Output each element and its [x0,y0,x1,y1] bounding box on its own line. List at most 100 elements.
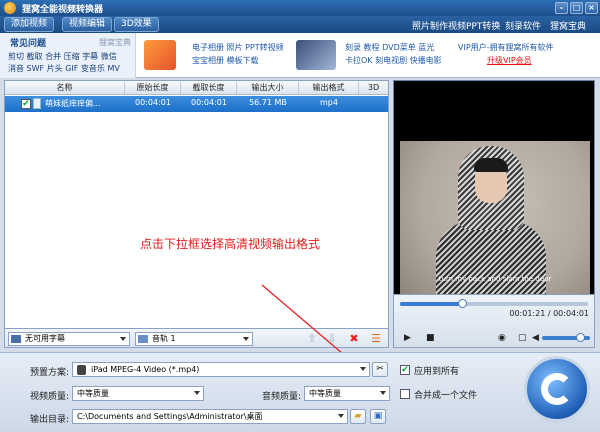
chevron-down-icon [243,337,249,341]
col-trim-length[interactable]: 截取长度 [181,82,237,94]
faq-line-1[interactable]: 剪切 截取 合并 压缩 字幕 微信 [8,51,117,62]
tab-3d-effect[interactable]: 3D效果 [114,17,159,32]
col-output-size[interactable]: 输出大小 [237,82,299,94]
ad2-line-1[interactable]: 刻录 教程 DVD菜单 蓝光 [345,42,434,53]
row-output-size: 56.71 MB [249,98,287,107]
ad1-line-1[interactable]: 电子相册 照片 PPT转视频 [192,42,284,53]
annotation-text: 点击下拉框选择高清视频输出格式 [140,237,321,251]
table-header: 名称 原始长度 截取长度 输出大小 输出格式 3D [5,81,388,95]
output-dir-label: 输出目录: [30,415,70,425]
browse-folder-icon[interactable]: ▰ [350,409,366,424]
col-name[interactable]: 名称 [5,82,125,94]
menu-bar: 添加视频 视频编辑 3D效果 照片制作视频 PPT转换 刻录软件 狸窝宝典 [0,16,600,33]
audio-track-select[interactable]: 音轨 1 [135,332,253,346]
window-title: 狸窝全能视频转换器 [22,5,104,15]
tab-video-edit[interactable]: 视频编辑 [62,17,113,32]
output-options-panel: 预置方案: iPad MPEG-4 Video (*.mp4) ✂ ✔ 应用到所… [0,352,600,432]
audio-track-value: 音轨 1 [152,334,176,343]
player-controls: 00:01:21 / 00:04:01 ▶ ■ ◉ ▢ ◀ [393,294,595,348]
apply-all-checkbox[interactable]: ✔ [400,365,410,375]
chevron-down-icon [338,414,344,418]
row-name: 萌妹纸痒痒偏... [45,99,101,108]
title-bar: 狸窝全能视频转换器 – □ × [0,0,600,16]
faq-title: 常见问题 [10,39,47,49]
vip-text[interactable]: VIP用户-拥有狸窝所有软件 [458,42,554,53]
convert-button[interactable] [524,356,590,422]
snapshot-icon[interactable]: ◉ [498,333,506,343]
stop-icon[interactable]: ■ [426,333,435,343]
apply-all-label: 应用到所有 [414,367,460,377]
row-original-length: 00:04:01 [135,98,171,107]
ad-banner: 常见问题 狸窝宝典 剪切 截取 合并 压缩 字幕 微信 消音 SWF 片头 GI… [0,33,600,78]
person-hair [474,158,508,172]
link-photo-video[interactable]: 照片制作视频 [412,19,466,32]
open-folder-icon[interactable]: ▢ [518,333,527,343]
dvd-burn-icon[interactable] [296,40,336,70]
merge-label: 合并成一个文件 [414,391,478,401]
chevron-down-icon [194,391,200,395]
row-checkbox[interactable]: ✔ [21,99,31,109]
time-display: 00:01:21 / 00:04:01 [509,309,589,318]
person-body [436,221,546,301]
seek-progress [400,302,463,306]
table-row[interactable]: ✔ 萌妹纸痒痒偏... 00:04:01 00:04:01 56.71 MB m… [5,96,388,112]
audio-quality-select[interactable]: 中等质量 [304,386,390,401]
audio-track-icon [138,335,148,343]
minimize-button[interactable]: – [555,2,568,14]
chevron-down-icon [120,337,126,341]
video-quality-select[interactable]: 中等质量 [72,386,204,401]
ad1-line-2[interactable]: 宝宝相册 模板下载 [192,55,259,66]
merge-checkbox[interactable] [400,389,410,399]
faq-panel: 常见问题 狸窝宝典 剪切 截取 合并 压缩 字幕 微信 消音 SWF 片头 GI… [0,33,136,78]
video-frame: turn my back and slam the door [400,141,590,301]
volume-slider[interactable] [542,333,590,342]
subtitle-icon [11,335,21,343]
move-down-icon[interactable]: ⇩ [325,332,339,346]
video-quality-value: 中等质量 [77,389,109,398]
vip-upgrade-link[interactable]: 升级VIP会员 [487,55,532,66]
col-output-format[interactable]: 输出格式 [299,82,359,94]
ppt-album-icon[interactable] [144,40,176,70]
row-trim-length: 00:04:01 [191,98,227,107]
subtitle-value: 无可用字幕 [25,334,65,343]
output-dir-value: C:\Documents and Settings\Administrator\… [77,412,263,421]
sparkle-icon [176,40,188,70]
file-list-panel: 名称 原始长度 截取长度 输出大小 输出格式 3D ✔ 萌妹纸痒痒偏... 00… [4,80,389,348]
link-burn-software[interactable]: 刻录软件 [505,19,541,32]
list-icon[interactable]: ☰ [369,332,383,346]
link-liwo-guide[interactable]: 狸窝宝典 [550,19,586,32]
delete-icon[interactable]: ✖ [347,332,361,346]
preset-settings-icon[interactable]: ✂ [372,362,388,377]
ipad-icon [77,365,86,375]
play-icon[interactable]: ▶ [404,333,411,343]
app-logo-icon [4,2,16,14]
subtitle-select[interactable]: 无可用字幕 [8,332,130,346]
open-output-folder-icon[interactable]: ▣ [370,409,386,424]
output-dir-select[interactable]: C:\Documents and Settings\Administrator\… [72,409,348,424]
link-ppt-convert[interactable]: PPT转换 [466,19,500,32]
file-toolbar: 无可用字幕 音轨 1 ⇧ ⇩ ✖ ☰ [4,328,389,348]
col-original-length[interactable]: 原始长度 [125,82,181,94]
chevron-down-icon [360,367,366,371]
preset-label: 预置方案: [30,368,70,378]
volume-handle[interactable] [576,333,586,342]
audio-quality-label: 音频质量: [262,392,302,402]
file-icon [33,98,41,109]
video-caption: turn my back and slam the door [438,275,552,283]
ad2-line-2[interactable]: 卡拉OK 刻电视剧 快播电影 [345,55,442,66]
volume-icon[interactable]: ◀ [532,333,539,343]
move-up-icon[interactable]: ⇧ [305,332,319,346]
preset-select[interactable]: iPad MPEG-4 Video (*.mp4) [72,362,370,377]
col-3d[interactable]: 3D [359,82,388,94]
convert-arrow-icon [541,373,573,405]
video-quality-label: 视频质量: [30,392,70,402]
audio-quality-value: 中等质量 [309,389,341,398]
preset-value: iPad MPEG-4 Video (*.mp4) [91,365,200,374]
faq-line-2[interactable]: 消音 SWF 片头 GIF 变音乐 MV [8,63,120,74]
chevron-down-icon [380,391,386,395]
seek-handle[interactable] [458,299,468,308]
tab-add-video[interactable]: 添加视频 [4,17,55,32]
close-button[interactable]: × [585,2,598,14]
seek-bar[interactable] [400,299,588,308]
maximize-button[interactable]: □ [570,2,583,14]
